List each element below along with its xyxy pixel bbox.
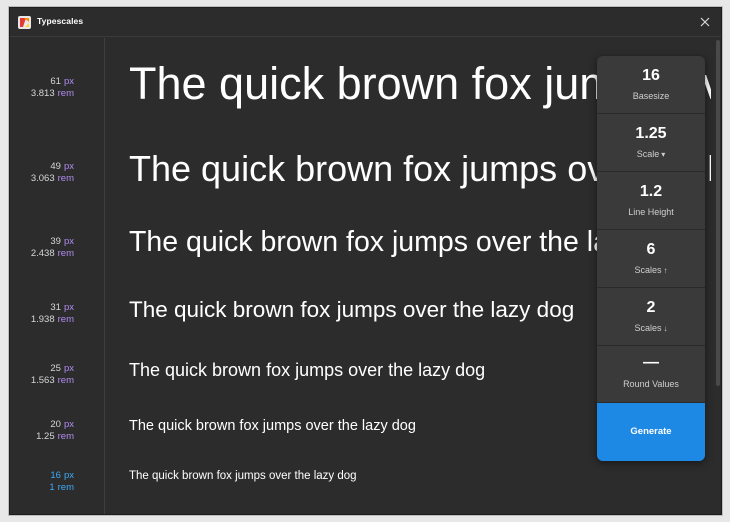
sample-text-20: The quick brown fox jumps over the lazy …: [129, 418, 416, 434]
typescales-logo-icon: [18, 16, 31, 29]
line-height-control[interactable]: 1.2 Line Height: [597, 172, 705, 230]
round-values-label: Round Values: [623, 379, 679, 389]
size-label-25: 25 px 1.563 rem: [30, 363, 74, 386]
arrow-up-icon: ↑: [663, 266, 668, 275]
line-height-value: 1.2: [639, 183, 663, 200]
size-label-20: 20 px 1.25 rem: [36, 419, 74, 442]
round-values-control[interactable]: — Round Values: [597, 346, 705, 403]
scrollbar[interactable]: [714, 38, 721, 514]
sample-text-16: The quick brown fox jumps over the lazy …: [129, 470, 357, 482]
scale-control[interactable]: 1.25 Scale ▾: [597, 114, 705, 172]
scales-up-value: 6: [646, 241, 656, 258]
arrow-down-icon: ↓: [663, 324, 668, 333]
basesize-control[interactable]: 16 Basesize: [597, 56, 705, 114]
size-column: 61 px 3.813 rem 49 px 3.063 rem 39 px 2.438 re…: [10, 38, 105, 514]
scale-label: Scale: [636, 149, 660, 159]
scales-up-control[interactable]: 6 Scales ↑: [597, 230, 705, 288]
settings-panel: 16 Basesize 1.25 Scale ▾ 1.2 Line Height …: [597, 56, 705, 461]
size-label-49: 49 px 3.063 rem: [30, 161, 74, 184]
basesize-label: Basesize: [632, 91, 670, 101]
chevron-down-icon: ▾: [661, 150, 666, 159]
scale-value: 1.25: [635, 125, 667, 142]
scales-down-control[interactable]: 2 Scales ↓: [597, 288, 705, 346]
window-title: Typescales: [37, 16, 84, 26]
line-height-label: Line Height: [628, 207, 674, 217]
app-window: Typescales 61 px 3.813 rem 49 px 3.063 rem 3…: [9, 7, 722, 515]
scales-up-label: Scales: [634, 265, 662, 275]
scrollbar-thumb[interactable]: [716, 40, 720, 386]
sample-text-31: The quick brown fox jumps over the lazy …: [129, 297, 575, 322]
size-label-61: 61 px 3.813 rem: [30, 76, 74, 99]
basesize-value: 16: [642, 67, 660, 84]
sample-text-25: The quick brown fox jumps over the lazy …: [129, 360, 486, 380]
generate-button[interactable]: Generate: [597, 403, 705, 461]
size-label-31: 31 px 1.938 rem: [30, 302, 74, 325]
scales-down-value: 2: [646, 299, 656, 316]
title-bar: Typescales: [10, 8, 721, 37]
round-values-value: —: [643, 354, 659, 371]
size-label-16-base: 16 px 1 rem: [49, 470, 74, 493]
close-icon[interactable]: [697, 14, 713, 30]
scales-down-label: Scales: [634, 323, 662, 333]
size-label-39: 39 px 2.438 rem: [30, 236, 74, 259]
